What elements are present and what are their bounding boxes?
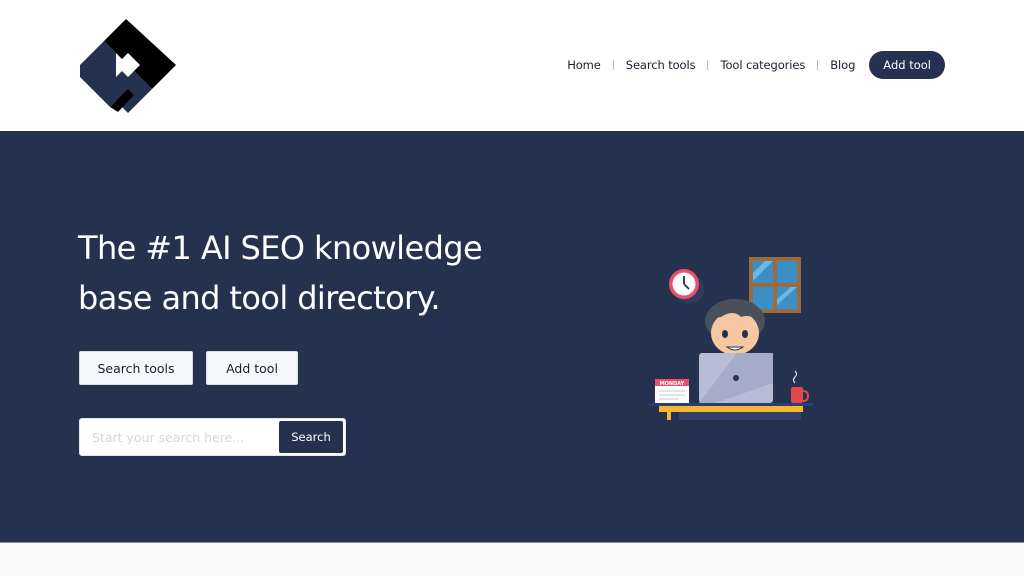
search-submit-button[interactable]: Search xyxy=(279,421,343,453)
nav-divider xyxy=(707,60,709,70)
hero-title-line-1: The #1 AI SEO knowledge xyxy=(78,229,483,267)
logo-icon xyxy=(80,19,176,113)
search-form: Search xyxy=(79,418,346,456)
nav-home[interactable]: Home xyxy=(567,58,601,72)
calendar-icon: MONDAY xyxy=(655,379,689,405)
next-section xyxy=(0,543,1024,576)
nav-search-tools[interactable]: Search tools xyxy=(626,58,696,72)
logo[interactable] xyxy=(78,16,178,114)
nav-blog[interactable]: Blog xyxy=(830,58,855,72)
calendar-label: MONDAY xyxy=(660,381,685,387)
nav-divider xyxy=(612,60,614,70)
mug-icon xyxy=(791,370,810,403)
person-laptop-illustration: MONDAY xyxy=(649,257,813,420)
desk-icon xyxy=(649,403,813,420)
hero-buttons: Search tools Add tool xyxy=(79,351,298,385)
hero-illustration: MONDAY xyxy=(645,253,815,423)
nav-divider xyxy=(817,60,819,70)
nav-tool-categories[interactable]: Tool categories xyxy=(720,58,805,72)
site-header: Home Search tools Tool categories Blog A… xyxy=(0,0,1024,131)
hero-title-line-2: base and tool directory. xyxy=(78,279,441,317)
nav-add-tool-button[interactable]: Add tool xyxy=(869,51,945,79)
add-tool-button[interactable]: Add tool xyxy=(206,351,298,385)
search-tools-button[interactable]: Search tools xyxy=(79,351,193,385)
laptop-icon xyxy=(699,353,773,403)
hero-title: The #1 AI SEO knowledge base and tool di… xyxy=(78,223,558,323)
hero-section: The #1 AI SEO knowledge base and tool di… xyxy=(0,131,1024,543)
window-icon xyxy=(749,257,801,313)
main-nav: Home Search tools Tool categories Blog A… xyxy=(567,51,945,79)
search-input[interactable] xyxy=(80,419,278,455)
clock-icon xyxy=(669,269,704,304)
